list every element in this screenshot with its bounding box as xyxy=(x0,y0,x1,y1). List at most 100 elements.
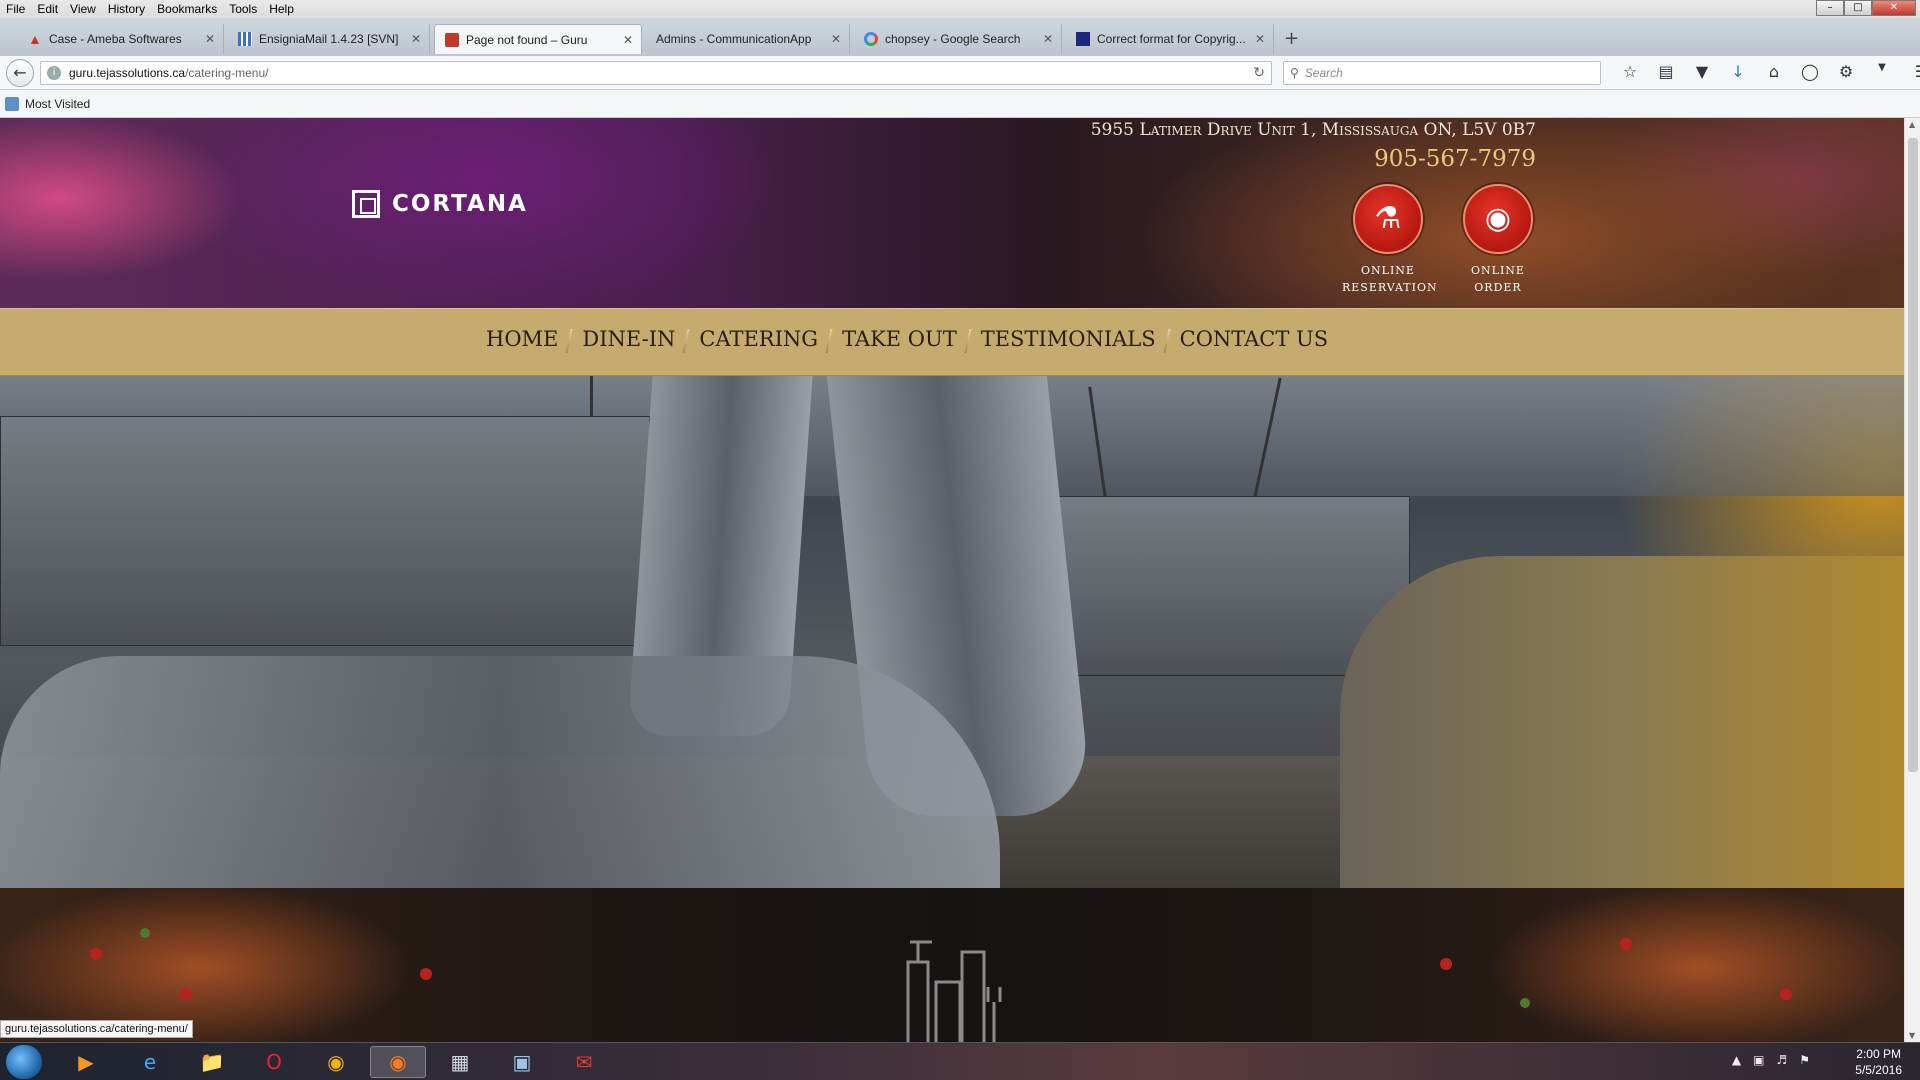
menu-view[interactable]: View xyxy=(64,2,102,16)
messenger-icon[interactable]: ✉ xyxy=(556,1046,612,1078)
flag-icon[interactable]: ⚑ xyxy=(1799,1053,1810,1067)
internet-explorer-icon[interactable]: e xyxy=(122,1046,178,1078)
menu-help[interactable]: Help xyxy=(263,2,300,16)
food-banner-image xyxy=(0,888,1904,1042)
extension-icon[interactable]: ⚙ xyxy=(1828,62,1864,81)
remote-desktop-icon[interactable]: ▣ xyxy=(494,1046,550,1078)
tab-ameba[interactable]: ▲ Case - Ameba Softwares ✕ xyxy=(18,24,224,54)
tab-copyright[interactable]: Correct format for Copyrig... ✕ xyxy=(1066,24,1274,54)
reload-icon[interactable]: ↻ xyxy=(1253,65,1265,81)
site-logo[interactable]: CORTANA xyxy=(352,190,528,218)
most-visited-link[interactable]: Most Visited xyxy=(25,97,90,111)
maximize-button[interactable]: □ xyxy=(1844,0,1872,16)
nav-catering[interactable]: CATERING xyxy=(687,327,830,351)
menu-history[interactable]: History xyxy=(102,2,151,16)
network-icon[interactable]: ▣ xyxy=(1753,1053,1764,1067)
online-order-button[interactable]: ◉ ONLINE ORDER xyxy=(1452,184,1544,296)
opera-icon[interactable]: O xyxy=(246,1046,302,1078)
hero-steel-beam xyxy=(0,416,650,646)
site-navigation: HOME DINE-IN CATERING TAKE OUT TESTIMONI… xyxy=(0,308,1904,376)
tab-close-icon[interactable]: ✕ xyxy=(831,32,841,46)
start-button-icon[interactable] xyxy=(6,1045,42,1079)
chrome-icon[interactable]: ◉ xyxy=(308,1046,364,1078)
food-tomato xyxy=(180,988,192,1000)
hamburger-menu-icon[interactable]: ☰ xyxy=(1904,62,1920,81)
home-icon[interactable]: ⌂ xyxy=(1756,62,1792,81)
page-viewport: CORTANA 5955 Latimer Drive Unit 1, Missi… xyxy=(0,118,1904,1042)
nav-home[interactable]: HOME xyxy=(474,327,570,351)
taskbar-clock[interactable]: 2:00 PM 5/5/2016 xyxy=(1855,1046,1902,1078)
ameba-icon: ▲ xyxy=(28,31,42,47)
menu-tools[interactable]: Tools xyxy=(223,2,263,16)
tab-close-icon[interactable]: ✕ xyxy=(623,33,633,47)
media-player-icon[interactable]: ▶ xyxy=(58,1046,114,1078)
site-header: CORTANA 5955 Latimer Drive Unit 1, Missi… xyxy=(0,118,1904,308)
nav-dine-in[interactable]: DINE-IN xyxy=(570,327,687,351)
tab-close-icon[interactable]: ✕ xyxy=(205,32,215,46)
file-explorer-icon[interactable]: 📁 xyxy=(184,1046,240,1078)
nav-take-out[interactable]: TAKE OUT xyxy=(830,327,969,351)
food-tomato xyxy=(1780,988,1792,1000)
reading-list-icon[interactable]: ▤ xyxy=(1648,62,1684,81)
download-icon[interactable]: ↓ xyxy=(1720,62,1756,81)
url-bar[interactable]: i guru.tejassolutions.ca/catering-menu/ … xyxy=(40,61,1272,85)
tab-close-icon[interactable]: ✕ xyxy=(411,32,421,46)
menu-edit[interactable]: Edit xyxy=(31,2,64,16)
overflow-chevron-icon[interactable]: ▼ xyxy=(1864,62,1900,81)
firefox-icon[interactable]: ◉ xyxy=(370,1046,426,1078)
new-tab-plus-icon[interactable]: + xyxy=(1284,28,1299,49)
tab-close-icon[interactable]: ✕ xyxy=(1043,32,1053,46)
guru-icon xyxy=(445,32,459,47)
badge-label: ONLINE ORDER xyxy=(1471,264,1525,294)
clock-time: 2:00 PM xyxy=(1856,1047,1901,1061)
tab-title: chopsey - Google Search xyxy=(885,32,1021,46)
badge-label: ONLINE RESERVATION xyxy=(1342,264,1438,294)
minimize-button[interactable]: – xyxy=(1816,0,1844,16)
pocket-icon[interactable]: ▼ xyxy=(1684,62,1720,81)
navigation-bar: ← i guru.tejassolutions.ca/catering-menu… xyxy=(0,56,1920,90)
site-info-icon[interactable]: i xyxy=(47,66,61,80)
menu-file[interactable]: File xyxy=(0,2,31,16)
chat-icon[interactable]: ◯ xyxy=(1792,62,1828,81)
tab-google-search[interactable]: chopsey - Google Search ✕ xyxy=(854,24,1062,54)
url-text: guru.tejassolutions.ca/catering-menu/ xyxy=(69,66,269,80)
search-placeholder: Search xyxy=(1304,66,1343,80)
menu-bar: File Edit View History Bookmarks Tools H… xyxy=(0,0,1920,18)
hero-excavator-bucket xyxy=(0,656,1000,888)
tab-close-icon[interactable]: ✕ xyxy=(1255,32,1265,46)
food-tomato xyxy=(90,948,102,960)
food-tomato xyxy=(1440,958,1452,970)
status-link-tooltip: guru.tejassolutions.ca/catering-menu/ xyxy=(0,1020,193,1038)
food-herb xyxy=(140,928,150,938)
vertical-scrollbar[interactable]: ▲ ▼ xyxy=(1904,118,1920,1042)
tab-title: Admins - CommunicationApp xyxy=(656,32,812,46)
nav-contact-us[interactable]: CONTACT US xyxy=(1168,327,1341,351)
scroll-up-arrow-icon[interactable]: ▲ xyxy=(1909,120,1915,129)
search-icon: ⚲ xyxy=(1290,66,1299,80)
volume-icon[interactable]: ♬ xyxy=(1776,1053,1787,1067)
close-window-button[interactable]: ✕ xyxy=(1872,0,1916,16)
clock-date: 5/5/2016 xyxy=(1855,1063,1902,1077)
scroll-down-arrow-icon[interactable]: ▼ xyxy=(1909,1031,1915,1040)
tray-expand-icon[interactable]: ▲ xyxy=(1732,1053,1741,1067)
tab-title: EnsigniaMail 1.4.23 [SVN] xyxy=(259,32,399,46)
online-reservation-button[interactable]: ⚗ ONLINE RESERVATION xyxy=(1342,184,1438,296)
logo-square-icon xyxy=(352,190,380,218)
tab-ensigniamail[interactable]: EnsigniaMail 1.4.23 [SVN] ✕ xyxy=(228,24,430,54)
calculator-icon[interactable]: ▦ xyxy=(432,1046,488,1078)
bookmark-star-icon[interactable]: ☆ xyxy=(1612,62,1648,81)
tab-title: Correct format for Copyrig... xyxy=(1097,32,1246,46)
nav-testimonials[interactable]: TESTIMONIALS xyxy=(969,327,1168,351)
tab-page-not-found[interactable]: Page not found – Guru ✕ xyxy=(434,24,642,54)
restaurant-address: 5955 Latimer Drive Unit 1, Mississauga O… xyxy=(1090,120,1536,140)
logo-text: CORTANA xyxy=(392,191,528,217)
food-herb xyxy=(1520,998,1530,1008)
search-input[interactable]: ⚲ Search xyxy=(1283,61,1601,85)
scrollbar-thumb[interactable] xyxy=(1908,138,1918,772)
back-arrow-icon[interactable]: ← xyxy=(6,59,34,87)
hero-banner-image xyxy=(0,376,1904,888)
food-tomato xyxy=(1620,938,1632,950)
tab-admins[interactable]: Admins - CommunicationApp ✕ xyxy=(646,24,850,54)
menu-bookmarks[interactable]: Bookmarks xyxy=(151,2,223,16)
restaurant-phone[interactable]: 905-567-7979 xyxy=(1374,146,1536,172)
